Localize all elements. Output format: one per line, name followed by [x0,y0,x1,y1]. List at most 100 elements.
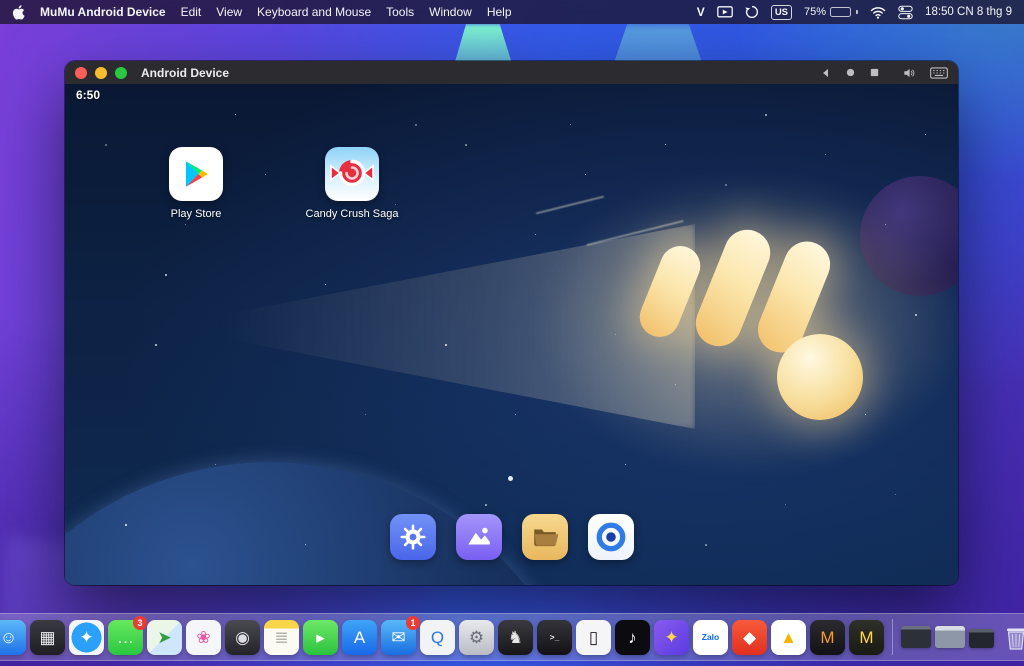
macos-menubar: MuMu Android Device Edit View Keyboard and … [0,0,1024,24]
dock-iphone-mirroring[interactable]: ▯ [576,620,611,655]
battery-indicator[interactable]: 75% [804,6,858,18]
battery-percent-label: 75% [804,6,826,18]
quicktime-icon: Q [431,629,444,646]
menu-view[interactable]: View [216,5,242,19]
dock-trash[interactable] [998,620,1024,655]
terminal-icon: >_ [550,633,560,642]
trash-icon [1004,624,1024,651]
notification-badge: 1 [406,616,420,630]
dock-zalo[interactable]: Zalo [693,620,728,655]
dock-netease-app[interactable]: ◆ [732,620,767,655]
dock-separator [892,619,893,655]
android-dock [390,514,634,560]
safari-icon: ✦ [79,629,93,646]
candy-crush-icon [325,147,379,201]
menu-edit[interactable]: Edit [181,5,202,19]
time-machine-icon[interactable] [745,5,759,19]
input-source-indicator[interactable]: US [771,5,792,20]
dock-minimized-windows[interactable] [901,626,994,648]
android-dock-settings[interactable] [390,514,436,560]
dock-drive[interactable]: ▲ [771,620,806,655]
menu-mumu-android-device[interactable]: MuMu Android Device [40,5,166,19]
android-dock-gallery[interactable] [456,514,502,560]
dock-terminal[interactable]: >_ [537,620,572,655]
window-title: Android Device [141,66,229,80]
mumu-emulator-window: Android Device [65,61,958,585]
menu-keyboard-and-mouse[interactable]: Keyboard and Mouse [257,5,371,19]
app-play-store[interactable]: Play Store [150,147,242,220]
dock-mumu-player[interactable]: M [810,620,845,655]
keyboard-button[interactable] [930,67,948,79]
tiktok-icon: ♪ [628,629,637,646]
screen: MuMu Android Device Edit View Keyboard and … [0,0,1024,666]
minimized-window-thumbnail[interactable] [969,629,994,648]
page-indicator-dot [508,476,513,481]
dock-safari[interactable]: ✦ [69,620,104,655]
mail-icon: ✉ [391,629,405,646]
control-center-icon[interactable] [898,5,913,20]
dock-messages[interactable]: …3 [108,620,143,655]
android-recents-button[interactable] [869,67,880,78]
play-store-icon [169,147,223,201]
android-back-button[interactable] [820,67,832,79]
screen-mirroring-icon[interactable] [717,6,733,18]
app-store-icon: A [354,629,365,646]
menu-window[interactable]: Window [429,5,472,19]
android-dock-files[interactable] [522,514,568,560]
gallery-icon [465,523,493,551]
photos-icon: ❀ [196,629,210,646]
dock-finder[interactable]: ☺ [0,620,26,655]
macos-dock: ☺▦✦…3➤❀◉≣▸A✉1Q⚙♞>_▯♪✦Zalo◆▲MM [0,613,1024,661]
mumu-logo-dot [777,334,863,420]
dock-notes[interactable]: ≣ [264,620,299,655]
volume-button[interactable] [901,66,917,80]
mumu-player-icon: M [820,629,834,646]
launchpad-icon: ▦ [39,629,55,646]
mumu-global-icon: M [859,629,873,646]
dock-tiktok[interactable]: ♪ [615,620,650,655]
wifi-icon[interactable] [870,6,886,19]
settings-icon [399,523,427,551]
minimized-window-thumbnail[interactable] [901,626,931,648]
menu-tools[interactable]: Tools [386,5,414,19]
design-app-icon: ✦ [664,629,678,646]
zalo-icon: Zalo [702,633,719,642]
zoom-button[interactable] [115,67,127,79]
app-label: Play Store [171,208,222,220]
dock-chess[interactable]: ♞ [498,620,533,655]
dock-maps[interactable]: ➤ [147,620,182,655]
dock-design-app[interactable]: ✦ [654,620,689,655]
dock-mail[interactable]: ✉1 [381,620,416,655]
apple-menu-icon[interactable] [12,5,25,20]
finder-icon: ☺ [0,629,17,646]
android-dock-browser[interactable] [588,514,634,560]
battery-icon [830,7,851,17]
iphone-mirroring-icon: ▯ [589,629,598,646]
dock-photos[interactable]: ❀ [186,620,221,655]
dock-quicktime[interactable]: Q [420,620,455,655]
dock-icons: ☺ ▦ ✦ …3➤ ❀ ◉ ≣▸ A ✉1 Q ⚙♞ >_ ▯ ♪ ✦ Zalo ◆▲ M M [0,620,884,655]
files-icon [531,523,559,551]
minimized-window-thumbnail[interactable] [935,626,965,648]
android-screen[interactable]: 6:50 Play Store [65,84,958,585]
window-titlebar[interactable]: Android Device [65,61,958,84]
camera-icon: ◉ [235,629,250,646]
app-candy-crush-saga[interactable]: Candy Crush Saga [306,147,398,220]
minimize-button[interactable] [95,67,107,79]
dock-launchpad[interactable]: ▦ [30,620,65,655]
dock-system-settings[interactable]: ⚙ [459,620,494,655]
dock-app-store[interactable]: A [342,620,377,655]
menubar-clock[interactable]: 18:50 CN 8 thg 9 [925,6,1012,18]
dock-camera[interactable]: ◉ [225,620,260,655]
menu-help[interactable]: Help [487,5,512,19]
android-home-button[interactable] [845,67,856,78]
close-button[interactable] [75,67,87,79]
dock-facetime[interactable]: ▸ [303,620,338,655]
menubar-items: MuMu Android Device Edit View Keyboard and … [40,5,512,19]
browser-icon [595,521,627,553]
app-label: Candy Crush Saga [306,208,399,220]
notification-badge: 3 [133,616,147,630]
traffic-lights [75,67,127,79]
dock-mumu-global[interactable]: M [849,620,884,655]
v-app-status-icon[interactable]: V [697,5,705,19]
